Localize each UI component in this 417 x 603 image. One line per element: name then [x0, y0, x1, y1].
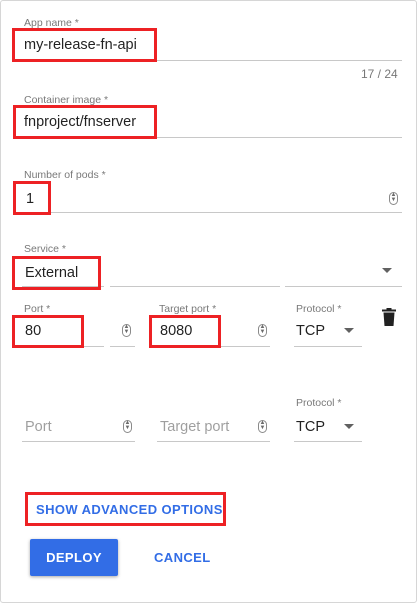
- target-port-empty-underline: [157, 441, 270, 442]
- protocol-dropdown-caret-icon[interactable]: [344, 328, 354, 333]
- service-highlight: [12, 256, 101, 290]
- port-empty-spinner-arrows-icon[interactable]: ▲ ▼: [123, 420, 132, 433]
- protocol-2-underline: [294, 441, 362, 442]
- target-port-label: Target port *: [159, 303, 217, 315]
- deploy-button[interactable]: DEPLOY: [30, 539, 118, 576]
- protocol-underline: [294, 346, 362, 347]
- protocol-select-2[interactable]: TCP: [296, 419, 325, 435]
- container-image-highlight: [13, 105, 157, 139]
- service-dropdown-caret-icon[interactable]: [382, 268, 392, 273]
- cancel-button[interactable]: CANCEL: [154, 550, 211, 565]
- protocol-label-2: Protocol *: [296, 397, 342, 409]
- app-name-highlight: [12, 28, 157, 62]
- port-input-empty[interactable]: Port: [25, 419, 52, 435]
- port-spinner-underline: [110, 346, 135, 347]
- target-port-empty-spinner-arrows-icon[interactable]: ▲ ▼: [258, 420, 267, 433]
- protocol-select[interactable]: TCP: [296, 323, 325, 339]
- target-port-highlight: [149, 315, 221, 348]
- service-underline-right: [285, 286, 402, 287]
- port-spinner-arrows-icon[interactable]: ▲ ▼: [122, 324, 131, 337]
- pods-highlight: [13, 181, 51, 215]
- delete-port-trash-icon[interactable]: [382, 308, 396, 326]
- port-empty-underline: [22, 441, 135, 442]
- port-label: Port *: [24, 303, 51, 315]
- port-highlight: [12, 315, 84, 348]
- service-label: Service *: [24, 243, 67, 255]
- pods-underline: [22, 212, 402, 213]
- app-name-char-counter: 17 / 24: [361, 67, 398, 81]
- target-port-spinner-arrows-icon[interactable]: ▲ ▼: [258, 324, 267, 337]
- advanced-options-highlight: [25, 492, 226, 526]
- protocol-2-dropdown-caret-icon[interactable]: [344, 424, 354, 429]
- service-underline-mid: [110, 286, 280, 287]
- protocol-label: Protocol *: [296, 303, 342, 315]
- pods-spinner-arrows-icon[interactable]: ▲ ▼: [389, 192, 398, 205]
- target-port-input-empty[interactable]: Target port: [160, 419, 229, 435]
- pods-label: Number of pods *: [24, 169, 106, 181]
